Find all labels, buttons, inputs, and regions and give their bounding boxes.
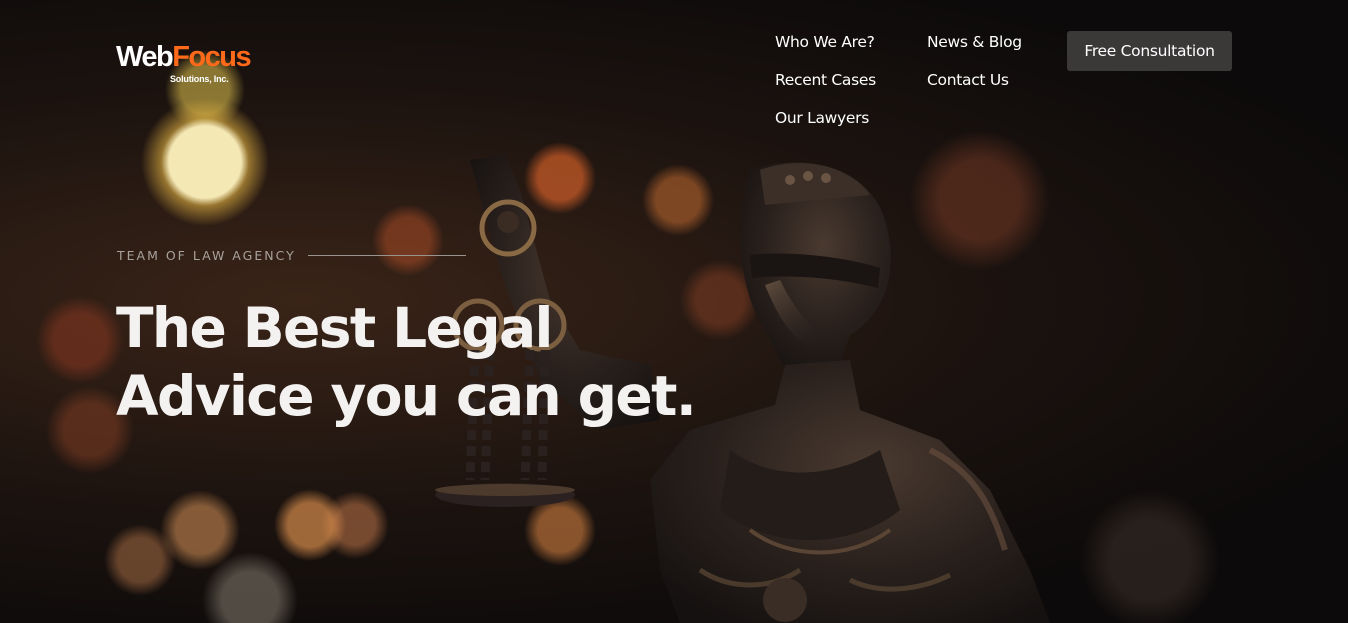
eyebrow-divider <box>307 255 466 256</box>
hero-eyebrow: TEAM OF LAW AGENCY <box>117 248 466 263</box>
nav-link-who-we-are[interactable]: Who We Are? <box>775 30 875 54</box>
nav-link-news-blog[interactable]: News & Blog <box>927 30 1022 54</box>
free-consultation-button[interactable]: Free Consultation <box>1067 31 1232 71</box>
logo-word-focus: Focus <box>172 41 251 73</box>
nav-link-contact-us[interactable]: Contact Us <box>927 68 1009 92</box>
logo-wordmark: WebFocus <box>116 41 252 73</box>
company-logo[interactable]: WebFocus Solutions, Inc. <box>116 41 252 86</box>
headline-line-1: The Best Legal <box>116 296 553 360</box>
main-navigation: Who We Are? News & Blog Recent Cases Con… <box>775 30 1065 140</box>
logo-word-web: Web <box>116 41 174 73</box>
nav-link-recent-cases[interactable]: Recent Cases <box>775 68 876 92</box>
headline-line-2: Advice you can get. <box>116 364 697 428</box>
hero-section: WebFocus Solutions, Inc. Who We Are? New… <box>0 0 1348 623</box>
eyebrow-text: TEAM OF LAW AGENCY <box>117 248 296 263</box>
hero-headline: The Best Legal Advice you can get. <box>116 294 697 430</box>
logo-tagline: Solutions, Inc. <box>170 74 229 84</box>
nav-link-our-lawyers[interactable]: Our Lawyers <box>775 106 869 130</box>
